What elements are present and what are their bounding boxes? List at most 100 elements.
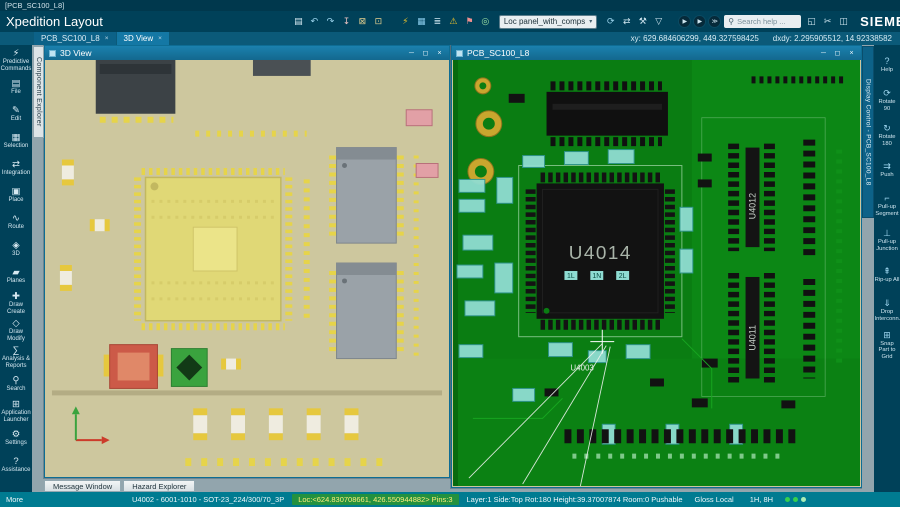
grid-button[interactable]: ▦ bbox=[414, 14, 429, 30]
window-titlebar: [PCB_SC100_L8] bbox=[0, 0, 900, 11]
more-button[interactable]: More bbox=[0, 495, 32, 504]
window-pcb-layout: PCB_SC100_L8 ─ ◻ × U4014 1L 1N 2L U4012 … bbox=[451, 45, 862, 488]
unlock-button[interactable]: ⊡ bbox=[371, 14, 386, 30]
maximize-button[interactable]: ◻ bbox=[420, 48, 431, 58]
drc-button[interactable]: ⚠ bbox=[446, 14, 461, 30]
main-area: ⚡ Predictive Commands ▤ File ✎ Edit ▦ Se… bbox=[0, 45, 900, 492]
pcb-titlebar[interactable]: PCB_SC100_L8 ─ ◻ × bbox=[452, 46, 861, 60]
3d-connector[interactable] bbox=[95, 60, 176, 123]
sidebar-item-route[interactable]: ∿ Route bbox=[0, 209, 32, 236]
toolbar-file-group: ▤ ↶ ↷ ↧ ⊠ ⊡ bbox=[291, 14, 386, 30]
tools-button[interactable]: ⚒ bbox=[635, 14, 650, 30]
lock-button[interactable]: ⊠ bbox=[355, 14, 370, 30]
tab-message-window[interactable]: Message Window bbox=[44, 480, 122, 492]
layers-button[interactable]: ≣ bbox=[430, 14, 445, 30]
panel-item-push[interactable]: ⇉ Push bbox=[874, 153, 900, 188]
save-button[interactable]: ▤ bbox=[291, 14, 306, 30]
highlight-button[interactable]: ⚡ bbox=[398, 14, 413, 30]
tab-3d-view[interactable]: 3D View × bbox=[116, 32, 169, 45]
display-control-tab[interactable]: Display Control - PCB_SC100_L8 bbox=[862, 46, 874, 218]
3d-soic-chip-2[interactable] bbox=[329, 262, 404, 360]
swap-button[interactable]: ⇄ bbox=[619, 14, 634, 30]
document-title: [PCB_SC100_L8] bbox=[5, 1, 65, 10]
minimize-button[interactable]: ─ bbox=[818, 48, 829, 58]
undo-button[interactable]: ↶ bbox=[307, 14, 322, 30]
status-location: Loc:<624.830708661, 426.550944882> Pins:… bbox=[292, 494, 459, 505]
sidebar-item-settings[interactable]: ⚙ Settings bbox=[0, 425, 32, 452]
mdi-area: 3D View ─ ◻ × PCB_SC100_L8 ─ ◻ × U4014 1… bbox=[32, 45, 862, 492]
3d-red-component[interactable] bbox=[103, 344, 164, 389]
pcb-top-connector[interactable] bbox=[546, 81, 668, 147]
sidebar-item-planes[interactable]: ▰ Planes bbox=[0, 263, 32, 290]
sidebar-item-selection[interactable]: ▦ Selection bbox=[0, 128, 32, 155]
3d-soic-chip-1[interactable] bbox=[329, 147, 404, 244]
maximize-button[interactable]: ◻ bbox=[832, 48, 843, 58]
sidebar-item-edit[interactable]: ✎ Edit bbox=[0, 101, 32, 128]
sidebar-item-label: Settings bbox=[5, 440, 27, 447]
sidebar-item-integration[interactable]: ⇄ Integration bbox=[0, 155, 32, 182]
pcb-chip-u4014[interactable]: U4014 1L 1N 2L bbox=[518, 165, 683, 338]
sidebar-item-file[interactable]: ▤ File bbox=[0, 74, 32, 101]
sidebar-item-draw-create[interactable]: ✚ Draw Create bbox=[0, 290, 32, 317]
sidebar-item-3d[interactable]: ◈ 3D bbox=[0, 236, 32, 263]
panel-item-snap-part-to-grid[interactable]: ⊞ Snap Part to Grid bbox=[874, 328, 900, 363]
refresh-button[interactable]: ⟳ bbox=[603, 14, 618, 30]
panel-item-label: Help bbox=[881, 67, 893, 74]
panel-item-pullup-segment[interactable]: ⌐ Pull-up Segment bbox=[874, 188, 900, 223]
panel-item-label: Snap Part to Grid bbox=[878, 341, 896, 360]
close-icon[interactable]: × bbox=[158, 35, 162, 42]
redo-button[interactable]: ↷ bbox=[323, 14, 338, 30]
3d-view-canvas[interactable] bbox=[46, 60, 448, 476]
sidebar-item-label: Edit bbox=[10, 116, 22, 123]
sidebar-item-draw-modify[interactable]: ◇ Draw Modify bbox=[0, 317, 32, 344]
minimize-button[interactable]: ─ bbox=[406, 48, 417, 58]
close-icon[interactable]: × bbox=[105, 35, 109, 42]
sidebar-item-place[interactable]: ▣ Place bbox=[0, 182, 32, 209]
panel-item-rotate-90[interactable]: ⟳ Rotate 90 bbox=[874, 83, 900, 118]
search-icon: ⚲ bbox=[12, 375, 20, 387]
sidebar-item-predictive-commands[interactable]: ⚡ Predictive Commands bbox=[0, 47, 32, 74]
sidebar-item-analysis-reports[interactable]: ∑ Analysis & Reports bbox=[0, 344, 32, 371]
3d-view-titlebar[interactable]: 3D View ─ ◻ × bbox=[45, 46, 449, 60]
scheme-dropdown[interactable]: Loc panel_with_comps ▾ bbox=[498, 14, 598, 29]
sidebar-item-assistance[interactable]: ? Assistance bbox=[0, 452, 32, 479]
cut-button[interactable]: ✂ bbox=[820, 14, 835, 30]
component-explorer-tab[interactable]: Component Explorer bbox=[33, 46, 44, 138]
sidebar-item-label: Integration bbox=[1, 170, 31, 177]
window-title: PCB_SC100_L8 bbox=[467, 48, 530, 58]
panel-item-rotate-180[interactable]: ↻ Rotate 180 bbox=[874, 118, 900, 153]
panel-item-ripup-all[interactable]: ⇞ Rip-up All bbox=[874, 258, 900, 293]
pin-button[interactable]: ↧ bbox=[339, 14, 354, 30]
3d-qfp-chip[interactable] bbox=[134, 167, 293, 331]
pcb-canvas[interactable]: U4014 1L 1N 2L U4012 U4011 U4003 bbox=[453, 60, 860, 486]
panel-item-drop-interconnect[interactable]: ⇓ Drop Interconn... bbox=[874, 293, 900, 328]
toolbar-window-group: ◱ ✂ ◫ bbox=[804, 14, 851, 30]
place-icon: ▣ bbox=[11, 186, 21, 198]
run-button-3[interactable]: ≫ bbox=[708, 15, 722, 28]
panel-item-label: Push bbox=[880, 172, 894, 179]
help-icon: ? bbox=[13, 456, 19, 468]
help-search-input[interactable] bbox=[737, 17, 798, 26]
3d-green-component[interactable] bbox=[170, 348, 208, 387]
flag-button[interactable]: ⚑ bbox=[462, 14, 477, 30]
play-icon: ▶ bbox=[697, 19, 703, 25]
filter-button[interactable]: ▽ bbox=[651, 14, 666, 30]
undo-icon: ↶ bbox=[310, 16, 319, 26]
panel-item-pullup-junction[interactable]: ⊥ Pull-up Junction bbox=[874, 223, 900, 258]
run-button-1[interactable]: ▶ bbox=[678, 15, 692, 28]
play-icon: ▶ bbox=[682, 19, 688, 25]
tab-pcb-sc100-l8[interactable]: PCB_SC100_L8 × bbox=[34, 32, 116, 45]
sidebar-item-application-launcher[interactable]: ⊞ Application Launcher bbox=[0, 398, 32, 425]
panel-item-help[interactable]: ? Help bbox=[874, 48, 900, 83]
cursor-xy-readout: xy: 629.684606299, 449.327598425 bbox=[630, 34, 759, 43]
close-button[interactable]: × bbox=[434, 48, 445, 58]
target-button[interactable]: ◎ bbox=[478, 14, 493, 30]
sidebar-item-search[interactable]: ⚲ Search bbox=[0, 371, 32, 398]
run-button-2[interactable]: ▶ bbox=[693, 15, 707, 28]
cascade-button[interactable]: ◱ bbox=[804, 14, 819, 30]
flag-icon: ⚑ bbox=[465, 16, 474, 26]
right-panel: Display Control - PCB_SC100_L8 ? Help ⟳ … bbox=[862, 45, 900, 492]
close-button[interactable]: × bbox=[846, 48, 857, 58]
tile-button[interactable]: ◫ bbox=[836, 14, 851, 30]
tab-hazard-explorer[interactable]: Hazard Explorer bbox=[123, 480, 196, 492]
